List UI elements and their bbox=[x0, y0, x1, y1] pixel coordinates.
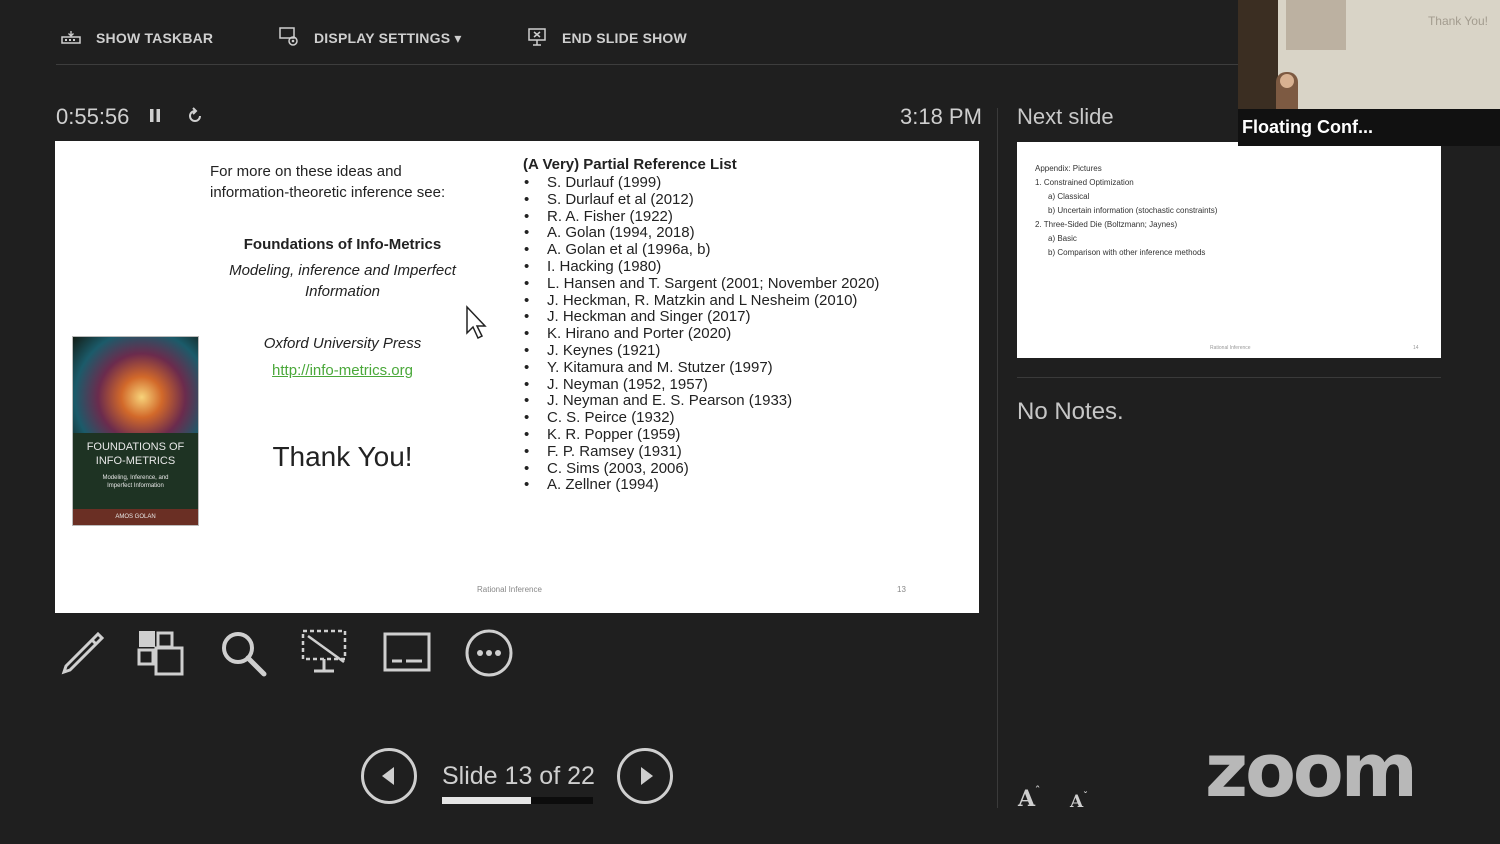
end-show-icon bbox=[526, 26, 548, 51]
speaker-head bbox=[1280, 74, 1294, 88]
cover-title-1: FOUNDATIONS OF bbox=[86, 441, 185, 453]
slide-footer-page: 13 bbox=[897, 585, 906, 594]
list-item: A. Golan (1994, 2018) bbox=[523, 225, 953, 242]
info-metrics-link[interactable]: http://info-metrics.org bbox=[205, 360, 480, 381]
list-item: J. Heckman, R. Matzkin and L Nesheim (20… bbox=[523, 292, 953, 310]
caret-up-icon: ˆ bbox=[1035, 786, 1041, 797]
end-slide-show-button[interactable]: END SLIDE SHOW bbox=[526, 26, 687, 50]
next-line: Appendix: Pictures bbox=[1035, 164, 1102, 173]
list-item: L. Hansen and T. Sargent (2001; November… bbox=[523, 275, 953, 293]
elapsed-timer: 0:55:56 bbox=[56, 104, 130, 129]
end-slide-show-label: END SLIDE SHOW bbox=[562, 30, 687, 46]
list-item: A. Golan et al (1996a, b) bbox=[523, 241, 953, 259]
list-item: R. A. Fisher (1922) bbox=[523, 208, 953, 226]
increase-font-label: A bbox=[1018, 786, 1036, 812]
next-line: b) Comparison with other inference metho… bbox=[1048, 248, 1206, 257]
list-item: J. Neyman (1952, 1957) bbox=[523, 376, 953, 394]
list-item: A. Zellner (1994) bbox=[523, 477, 953, 494]
intro-line-1: For more on these ideas and bbox=[210, 163, 402, 180]
show-taskbar-label: SHOW TASKBAR bbox=[96, 30, 214, 46]
list-item: J. Heckman and Singer (2017) bbox=[523, 309, 953, 326]
previous-slide-button[interactable] bbox=[361, 748, 417, 804]
taskbar-icon bbox=[60, 28, 82, 49]
slide-footer-title: Rational Inference bbox=[477, 585, 542, 594]
zoom-logo: zoom bbox=[1205, 728, 1418, 814]
black-screen-icon[interactable] bbox=[300, 628, 350, 678]
subtitles-icon[interactable] bbox=[382, 628, 432, 678]
list-item: I. Hacking (1980) bbox=[523, 258, 953, 276]
cover-sub-1: Modeling, Inference, and bbox=[102, 475, 169, 481]
list-item: S. Durlauf et al (2012) bbox=[523, 191, 953, 209]
slide-counter: Slide 13 of 22 bbox=[442, 762, 595, 790]
increase-font-button[interactable]: Aˆ bbox=[1018, 786, 1040, 812]
display-settings-button[interactable]: DISPLAY SETTINGS ▾ bbox=[278, 26, 462, 50]
next-line: b) Uncertain information (stochastic con… bbox=[1048, 206, 1218, 215]
cover-sub-2: Imperfect Information bbox=[107, 483, 164, 489]
toolbar-divider bbox=[56, 64, 1238, 65]
floating-video-panel[interactable]: Thank You! Floating Conf... bbox=[1238, 0, 1500, 146]
cover-author: AMOS GOLAN bbox=[115, 514, 156, 520]
reference-heading: (A Very) Partial Reference List bbox=[523, 156, 737, 173]
book-subtitle-1: Modeling, inference and Imperfect bbox=[229, 262, 456, 279]
next-footer-title: Rational Inference bbox=[1210, 345, 1251, 351]
caret-down-icon: ˇ bbox=[1083, 792, 1088, 802]
decrease-font-button[interactable]: Aˇ bbox=[1070, 792, 1088, 812]
thank-you-text: Thank You! bbox=[272, 441, 413, 472]
cover-title-2: INFO-METRICS bbox=[95, 455, 176, 467]
book-cover-image: FOUNDATIONS OF INFO-METRICS Modeling, In… bbox=[73, 337, 198, 525]
triangle-right-icon bbox=[641, 767, 653, 785]
next-line: a) Basic bbox=[1048, 234, 1077, 243]
list-item: J. Neyman and E. S. Pearson (1933) bbox=[523, 393, 953, 410]
more-options-icon[interactable] bbox=[464, 628, 514, 678]
next-slide-label: Next slide bbox=[1017, 104, 1114, 129]
next-line: 2. Three-Sided Die (Boltzmann; Jaynes) bbox=[1035, 220, 1178, 229]
list-item: Y. Kitamura and M. Stutzer (1997) bbox=[523, 359, 953, 377]
display-settings-label: DISPLAY SETTINGS ▾ bbox=[314, 29, 462, 46]
list-item: J. Keynes (1921) bbox=[523, 342, 953, 360]
reference-list: (A Very) Partial Reference List S. Durla… bbox=[523, 156, 953, 494]
display-settings-icon bbox=[278, 26, 300, 51]
next-line: a) Classical bbox=[1048, 192, 1090, 201]
restart-timer-icon[interactable] bbox=[185, 106, 205, 131]
decrease-font-label: A bbox=[1070, 792, 1084, 812]
triangle-left-icon bbox=[382, 767, 394, 785]
pen-tool-icon[interactable] bbox=[56, 628, 106, 678]
pause-icon[interactable] bbox=[147, 106, 163, 131]
zoom-magnifier-icon[interactable] bbox=[218, 628, 268, 678]
next-slide-preview[interactable]: Appendix: Pictures 1. Constrained Optimi… bbox=[1017, 142, 1441, 358]
list-item: C. S. Peirce (1932) bbox=[523, 409, 953, 427]
slide-progress-bar bbox=[442, 797, 593, 804]
video-background-text: Thank You! bbox=[1427, 14, 1488, 28]
list-item: F. P. Ramsey (1931) bbox=[523, 443, 953, 461]
mouse-cursor-icon bbox=[465, 305, 489, 346]
column-divider bbox=[997, 108, 998, 808]
list-item: K. R. Popper (1959) bbox=[523, 426, 953, 444]
current-time: 3:18 PM bbox=[900, 104, 982, 129]
publisher: Oxford University Press bbox=[263, 335, 422, 352]
notes-divider bbox=[1017, 377, 1441, 378]
video-label: Floating Conf... bbox=[1242, 117, 1373, 137]
current-slide: For more on these ideas and information-… bbox=[55, 141, 979, 613]
slide-progress-fill bbox=[442, 797, 532, 804]
next-line: 1. Constrained Optimization bbox=[1035, 178, 1134, 187]
next-footer-page: 14 bbox=[1413, 345, 1419, 351]
book-title: Foundations of Info-Metrics bbox=[243, 236, 442, 253]
list-item: K. Hirano and Porter (2020) bbox=[523, 325, 953, 343]
see-all-slides-icon[interactable] bbox=[136, 628, 186, 678]
book-subtitle-2: Information bbox=[304, 283, 381, 300]
list-item: S. Durlauf (1999) bbox=[523, 174, 953, 192]
projector-image bbox=[1286, 0, 1346, 50]
show-taskbar-button[interactable]: SHOW TASKBAR bbox=[60, 26, 213, 50]
intro-line-2: information-theoretic inference see: bbox=[210, 184, 446, 201]
reference-items: S. Durlauf (1999) S. Durlauf et al (2012… bbox=[523, 174, 953, 494]
list-item: C. Sims (2003, 2006) bbox=[523, 460, 953, 478]
next-slide-button[interactable] bbox=[617, 748, 673, 804]
speaker-notes: No Notes. bbox=[1017, 398, 1124, 425]
